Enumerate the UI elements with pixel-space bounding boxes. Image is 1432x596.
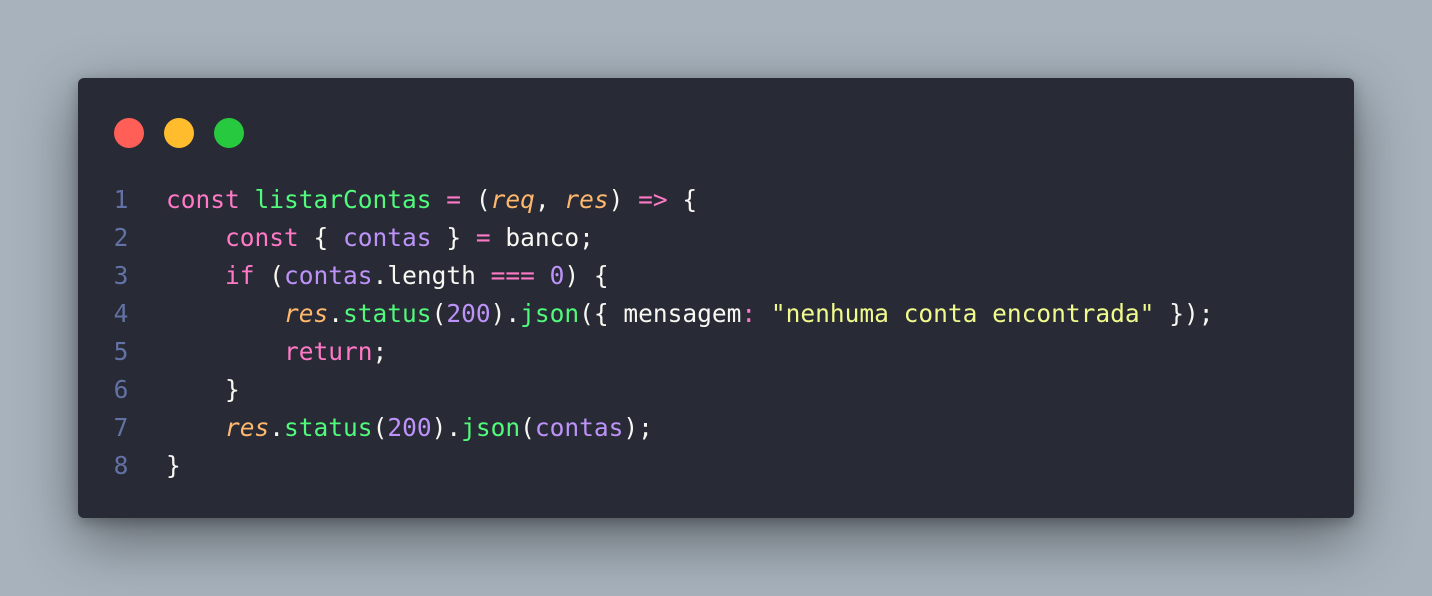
code-token: status	[343, 299, 432, 328]
code-text: return;	[166, 333, 387, 371]
code-token: .length	[372, 261, 491, 290]
code-token: {	[298, 223, 344, 252]
code-token: json	[461, 413, 521, 442]
code-token: .	[328, 299, 344, 328]
line-number: 2	[113, 223, 129, 252]
code-text: res.status(200).json(contas);	[166, 409, 653, 447]
code-token: (	[431, 299, 447, 328]
code-token: res	[225, 413, 270, 442]
line-number: 7	[113, 413, 129, 442]
code-token: }	[431, 223, 476, 252]
code-token: :	[741, 299, 757, 328]
code-token: ) {	[564, 261, 609, 290]
code-line: 1 const listarContas = (req, res) => {	[78, 181, 1354, 219]
code-token: const	[225, 223, 299, 252]
code-text: const listarContas = (req, res) => {	[166, 181, 697, 219]
code-token: =	[446, 185, 462, 214]
code-token: listarContas	[254, 185, 432, 214]
code-token: (	[254, 261, 285, 290]
code-line: 2 const { contas } = banco;	[78, 219, 1354, 257]
code-token: res	[564, 185, 609, 214]
line-number: 3	[113, 261, 129, 290]
code-text: const { contas } = banco;	[166, 219, 594, 257]
code-line: 5 return;	[78, 333, 1354, 371]
code-token: 0	[549, 261, 565, 290]
code-token: ;	[372, 337, 388, 366]
line-number: 4	[113, 299, 129, 328]
line-number: 5	[113, 337, 129, 366]
line-number: 8	[113, 451, 129, 480]
code-text: }	[166, 447, 181, 485]
code-token: res	[284, 299, 329, 328]
code-token: (	[461, 185, 491, 214]
code-line: 7 res.status(200).json(contas);	[78, 409, 1354, 447]
close-button[interactable]	[114, 118, 144, 148]
code-token: =	[475, 223, 491, 252]
code-token: 200	[446, 299, 491, 328]
code-token: ).	[490, 299, 521, 328]
code-token: status	[284, 413, 373, 442]
code-token: banco;	[490, 223, 594, 252]
code-token: )	[608, 185, 639, 214]
code-token: });	[1154, 299, 1214, 328]
code-token: return	[284, 337, 373, 366]
code-token: ,	[534, 185, 565, 214]
code-token: (	[520, 413, 535, 442]
line-number: 6	[113, 375, 129, 404]
code-token: req	[490, 185, 535, 214]
code-text: }	[166, 371, 240, 409]
code-token: }	[166, 451, 181, 480]
code-token: );	[623, 413, 653, 442]
code-token: json	[520, 299, 580, 328]
code-token: .	[269, 413, 285, 442]
code-text: res.status(200).json({ mensagem: "nenhum…	[166, 295, 1213, 333]
code-token: ===	[490, 261, 535, 290]
code-line: 4 res.status(200).json({ mensagem: "nenh…	[78, 295, 1354, 333]
code-text: if (contas.length === 0) {	[166, 257, 609, 295]
line-number: 1	[113, 185, 129, 214]
code-token: "nenhuma conta encontrada"	[770, 299, 1155, 328]
code-token: ({ mensagem	[579, 299, 742, 328]
code-line: 6 }	[78, 371, 1354, 409]
code-token: contas	[343, 223, 432, 252]
code-line: 8}	[78, 447, 1354, 485]
code-window: 1 const listarContas = (req, res) => {2 c…	[78, 78, 1354, 518]
code-token: contas	[534, 413, 624, 442]
code-token: =>	[638, 185, 668, 214]
code-token: const	[166, 185, 255, 214]
code-line: 3 if (contas.length === 0) {	[78, 257, 1354, 295]
maximize-button[interactable]	[214, 118, 244, 148]
code-token: contas	[284, 261, 373, 290]
code-token: if	[225, 261, 255, 290]
code-token: {	[667, 185, 698, 214]
code-token: ).	[431, 413, 462, 442]
minimize-button[interactable]	[164, 118, 194, 148]
code-block: 1 const listarContas = (req, res) => {2 c…	[78, 181, 1354, 485]
code-token: (	[372, 413, 388, 442]
code-token: 200	[387, 413, 432, 442]
code-token: }	[166, 375, 240, 404]
